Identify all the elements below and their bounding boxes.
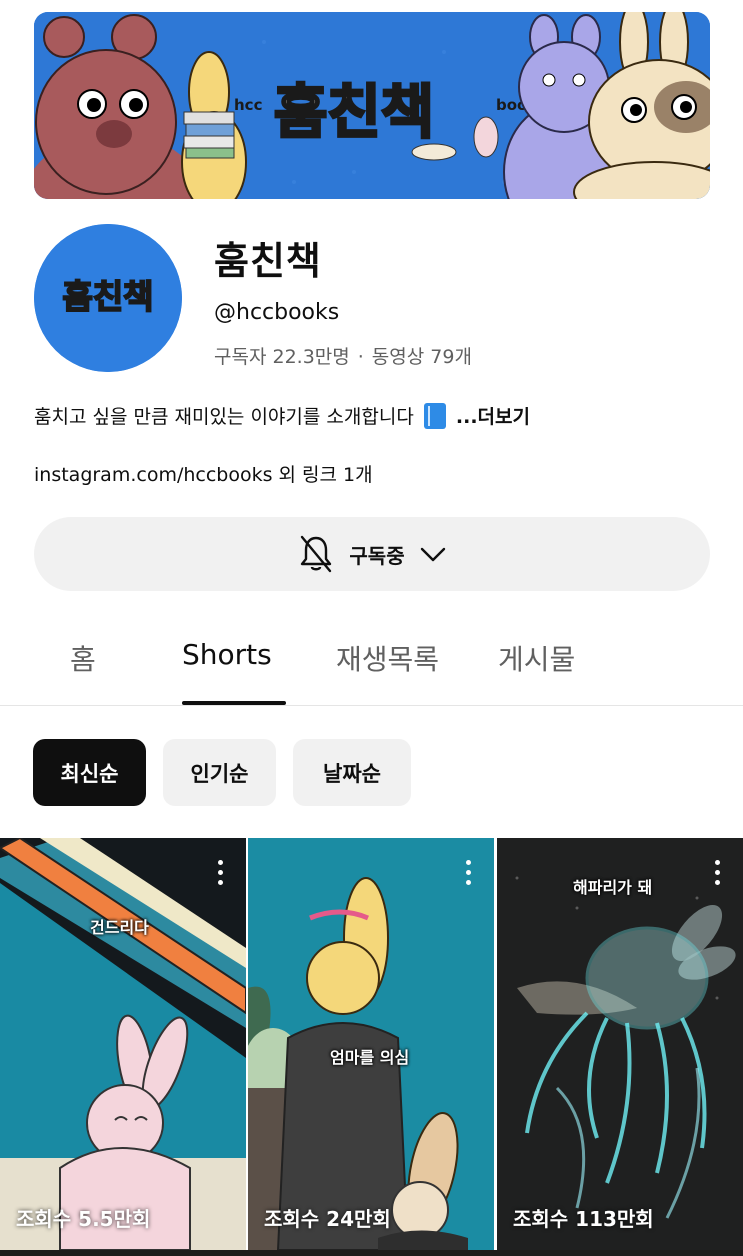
short-image [0, 838, 246, 1250]
description-text: 훔치고 싶을 만큼 재미있는 이야기를 소개합니다 [34, 406, 414, 428]
active-tab-indicator [182, 701, 286, 705]
short-thumbnail[interactable]: 엄마를 의심 조회수 24만회 [248, 838, 494, 1250]
bell-off-icon [301, 535, 332, 573]
subscriber-count: 구독자 22.3만명 [214, 346, 350, 368]
short-caption: 건드리다 [90, 918, 149, 937]
blue-book-icon [423, 403, 446, 429]
tab-shorts[interactable]: Shorts [182, 638, 272, 671]
channel-banner: hcc 훔친책 books [34, 12, 710, 199]
chip-popular[interactable]: 인기순 [163, 739, 276, 806]
tab-posts[interactable]: 게시물 [498, 638, 575, 678]
next-row-edge [0, 1250, 743, 1256]
short-view-count: 조회수 5.5만회 [16, 1207, 151, 1231]
more-options-icon[interactable] [715, 860, 721, 888]
subscribed-button[interactable]: 구독중 [34, 517, 710, 591]
chevron-down-icon [420, 547, 445, 562]
channel-name: 훔친책 [214, 239, 322, 283]
channel-links[interactable]: instagram.com/hccbooks 외 링크 1개 [34, 460, 373, 487]
short-view-count: 조회수 113만회 [513, 1207, 654, 1231]
subscribed-label: 구독중 [349, 543, 405, 568]
chip-latest[interactable]: 최신순 [33, 739, 146, 806]
channel-stats: 구독자 22.3만명 · 동영상 79개 [214, 342, 472, 369]
short-image [497, 838, 743, 1250]
short-caption: 해파리가 돼 [573, 878, 653, 897]
chip-oldest[interactable]: 날짜순 [293, 739, 411, 806]
tab-home[interactable]: 홈 [70, 638, 96, 678]
short-caption: 엄마를 의심 [330, 1048, 410, 1067]
short-thumbnail[interactable]: 해파리가 돼 조회수 113만회 [497, 838, 743, 1250]
video-count: 동영상 79개 [371, 346, 472, 368]
channel-avatar[interactable]: 훔친책 [34, 224, 182, 372]
channel-tabs: 홈 Shorts 재생목록 게시물 [0, 616, 743, 706]
tab-playlists[interactable]: 재생목록 [336, 638, 439, 678]
avatar-text: 훔친책 [62, 277, 153, 316]
more-options-icon[interactable] [466, 860, 472, 888]
banner-title: 훔친책 [274, 78, 434, 146]
more-options-icon[interactable] [218, 860, 224, 888]
channel-description[interactable]: 훔치고 싶을 만큼 재미있는 이야기를 소개합니다 ...더보기 [34, 402, 530, 429]
short-thumbnail[interactable]: 건드리다 조회수 5.5만회 [0, 838, 246, 1250]
banner-left-text: hcc [234, 96, 262, 114]
more-link[interactable]: ...더보기 [456, 406, 530, 428]
stats-separator: · [357, 346, 364, 368]
short-view-count: 조회수 24만회 [264, 1207, 391, 1231]
channel-handle: @hccbooks [214, 300, 340, 325]
